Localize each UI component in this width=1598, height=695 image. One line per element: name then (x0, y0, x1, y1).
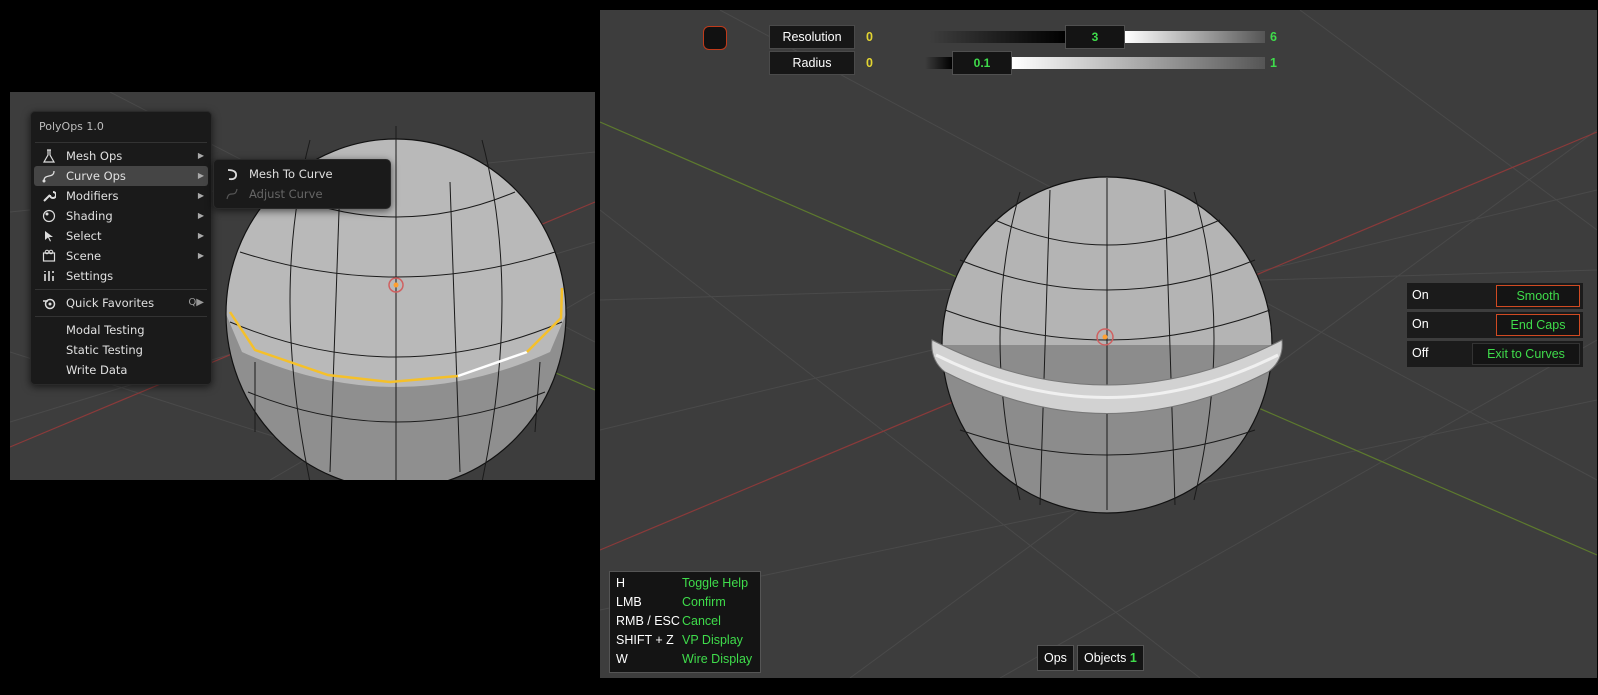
resolution-slider-handle[interactable]: 3 (1065, 25, 1125, 49)
menu-item-shading[interactable]: Shading ▶ (34, 206, 208, 226)
toggle-state: On (1412, 288, 1429, 302)
menu-item-quick-favorites[interactable]: Quick Favorites Q▶ (34, 293, 208, 313)
cursor-icon (45, 231, 53, 242)
submenu-arrow-icon: ▶ (197, 191, 204, 200)
shading-icon (42, 209, 56, 223)
scene-icon (42, 249, 56, 262)
toggle-state: Off (1412, 346, 1429, 360)
hotkey-hint: Q▶ (188, 297, 204, 308)
toggle-state: On (1412, 317, 1429, 331)
tools-icon (44, 271, 54, 281)
radius-max: 1 (1270, 56, 1277, 70)
radius-label: Radius (769, 51, 855, 75)
menu-item-label: Scene (66, 249, 102, 263)
submenu-arrow-icon: ▶ (197, 171, 204, 180)
menu-item-scene[interactable]: Scene ▶ (34, 246, 208, 266)
menu-item-label: Modal Testing (66, 323, 145, 337)
menu-item-curve-ops[interactable]: Curve Ops ▶ (34, 166, 208, 186)
help-action: Toggle Help (682, 576, 749, 590)
menu-item-label: Curve Ops (66, 169, 126, 183)
submenu-arrow-icon: ▶ (197, 231, 204, 240)
help-row: SHIFT + Z VP Display (616, 633, 756, 652)
help-action: Cancel (682, 614, 721, 628)
menu-item-mesh-ops[interactable]: Mesh Ops ▶ (34, 146, 208, 166)
menu-item-label: Adjust Curve (249, 187, 323, 201)
menu-item-label: Settings (66, 269, 114, 283)
radius-min: 0 (866, 56, 873, 70)
exit-to-curves-button[interactable]: Exit to Curves (1472, 343, 1580, 365)
menu-separator (35, 316, 207, 317)
flask-icon (42, 149, 56, 163)
toggle-exit-to-curves: Off Exit to Curves (1407, 341, 1583, 367)
resolution-min: 0 (866, 30, 873, 44)
help-key: RMB / ESC (616, 614, 680, 628)
menu-item-static-testing[interactable]: Static Testing (34, 340, 208, 360)
help-key: H (616, 576, 626, 590)
menu-item-mesh-to-curve[interactable]: Mesh To Curve (217, 164, 387, 184)
radius-slider-handle[interactable]: 0.1 (952, 51, 1012, 75)
help-action: Confirm (682, 595, 726, 609)
menu-item-label: Write Data (66, 363, 128, 377)
help-row: W Wire Display (616, 652, 756, 671)
menu-item-label: Shading (66, 209, 113, 223)
menu-item-label: Mesh Ops (66, 149, 123, 163)
submenu-arrow-icon: ▶ (197, 251, 204, 260)
curve-hook-icon (227, 169, 237, 181)
hotkey-text: Q (188, 297, 197, 308)
smooth-button[interactable]: Smooth (1496, 285, 1580, 307)
polyops-menu: PolyOps 1.0 Mesh Ops ▶ Curve Ops ▶ Modif… (30, 111, 212, 385)
help-action: Wire Display (682, 652, 753, 666)
help-panel: H Toggle Help LMB Confirm RMB / ESC Cancel … (609, 571, 761, 673)
submenu-arrow-icon: ▶ (197, 211, 204, 220)
help-row: H Toggle Help (616, 576, 756, 595)
menu-item-label: Mesh To Curve (249, 167, 333, 181)
help-key: LMB (616, 595, 642, 609)
adjust-curve-icon (226, 188, 238, 200)
help-action: VP Display (682, 633, 743, 647)
menu-item-write-data[interactable]: Write Data (34, 360, 208, 380)
resolution-label: Resolution (769, 25, 855, 49)
help-row: RMB / ESC Cancel (616, 614, 756, 633)
menu-item-label: Quick Favorites (66, 296, 155, 310)
menu-item-adjust-curve[interactable]: Adjust Curve (217, 184, 387, 204)
menu-item-modal-testing[interactable]: Modal Testing (34, 320, 208, 340)
menu-separator (35, 142, 207, 143)
menu-item-label: Modifiers (66, 189, 119, 203)
objects-label: Objects (1084, 651, 1127, 665)
menu-separator (35, 289, 207, 290)
toggle-smooth: On Smooth (1407, 283, 1583, 309)
menu-item-modifiers[interactable]: Modifiers ▶ (34, 186, 208, 206)
toggle-end-caps: On End Caps (1407, 312, 1583, 338)
radius-slider-right[interactable] (1012, 57, 1265, 69)
curve-ops-submenu: Mesh To Curve Adjust Curve (213, 159, 391, 209)
help-key: SHIFT + Z (616, 633, 674, 647)
radius-slider-left[interactable] (925, 57, 952, 69)
resolution-max: 6 (1270, 30, 1277, 44)
right-sphere (931, 176, 1283, 514)
menu-item-settings[interactable]: Settings (34, 266, 208, 286)
curve-icon (42, 170, 55, 183)
objects-status: Objects 1 (1077, 645, 1144, 671)
objects-count: 1 (1129, 651, 1137, 665)
menu-title: PolyOps 1.0 (39, 120, 104, 133)
ops-status: Ops (1037, 645, 1074, 671)
menu-item-select[interactable]: Select ▶ (34, 226, 208, 246)
record-indicator (703, 26, 727, 50)
wrench-icon (43, 191, 56, 202)
submenu-arrow-icon: ▶ (197, 151, 204, 160)
menu-item-label: Static Testing (66, 343, 143, 357)
resolution-slider-left[interactable] (930, 31, 1065, 43)
blender-icon (43, 298, 56, 310)
end-caps-button[interactable]: End Caps (1496, 314, 1580, 336)
resolution-slider-right[interactable] (1125, 31, 1265, 43)
help-key: W (616, 652, 628, 666)
menu-item-label: Select (66, 229, 102, 243)
help-row: LMB Confirm (616, 595, 756, 614)
